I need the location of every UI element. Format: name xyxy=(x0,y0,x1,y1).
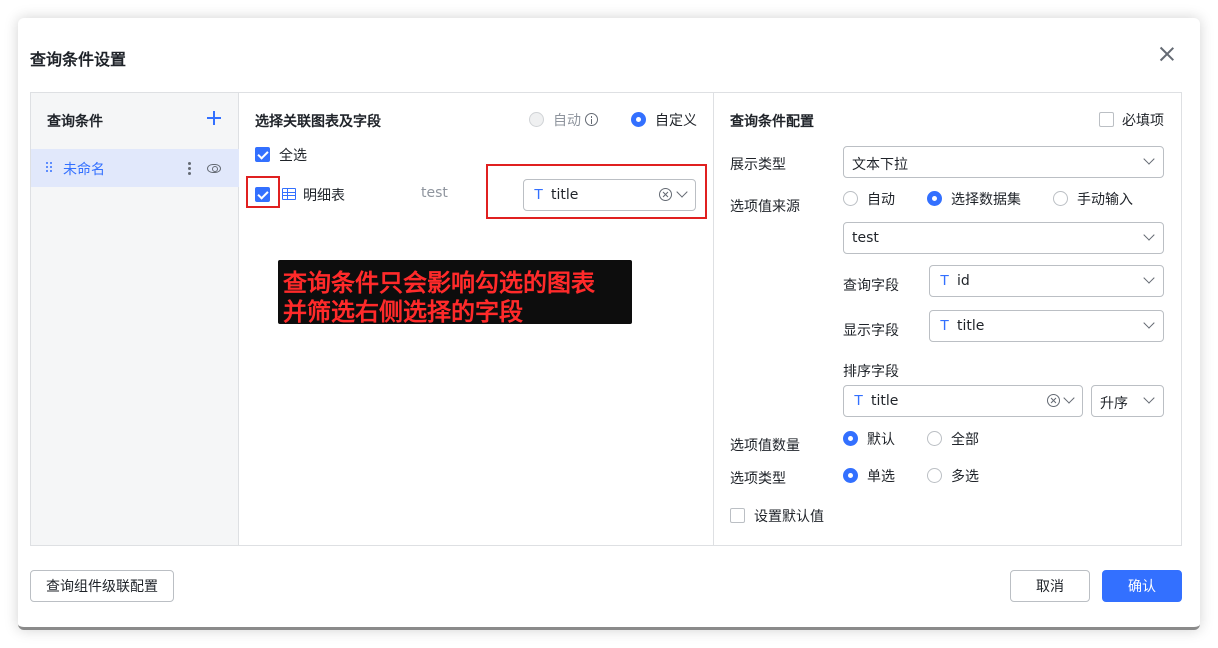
display-type-select[interactable]: 文本下拉 xyxy=(843,146,1164,178)
add-condition-plus-icon[interactable] xyxy=(207,111,221,125)
display-field-select[interactable]: T title xyxy=(929,310,1164,342)
type-multi-radio[interactable] xyxy=(927,468,942,483)
close-icon[interactable] xyxy=(1159,46,1175,62)
count-label: 选项值数量 xyxy=(730,438,800,454)
mode-custom-label: 自定义 xyxy=(655,113,697,129)
count-all-radio[interactable] xyxy=(927,431,942,446)
count-default-label: 默认 xyxy=(867,432,895,448)
condition-list-header: 查询条件 xyxy=(47,114,103,130)
dataset-value: test xyxy=(852,230,879,246)
source-manual-radio[interactable] xyxy=(1053,191,1068,206)
sort-field-select[interactable]: T title xyxy=(843,385,1083,417)
chart-dataset: test xyxy=(421,185,448,201)
required-checkbox[interactable] xyxy=(1099,112,1114,127)
source-dataset-radio[interactable] xyxy=(927,191,942,206)
cancel-button[interactable]: 取消 xyxy=(1010,570,1090,602)
text-type-icon: T xyxy=(940,272,950,289)
highlight-field-box xyxy=(486,164,707,219)
clear-icon[interactable] xyxy=(1047,394,1060,407)
default-value-checkbox[interactable] xyxy=(730,508,745,523)
source-auto-label: 自动 xyxy=(867,192,895,208)
type-label: 选项类型 xyxy=(730,471,786,487)
required-label: 必填项 xyxy=(1122,113,1164,129)
type-multi-label: 多选 xyxy=(951,469,979,485)
display-field-value: title xyxy=(957,318,985,334)
default-value-label: 设置默认值 xyxy=(754,509,824,525)
confirm-button[interactable]: 确认 xyxy=(1102,570,1182,602)
cascade-config-button[interactable]: 查询组件级联配置 xyxy=(30,570,174,602)
highlight-checkbox-box xyxy=(246,176,280,208)
source-manual-label: 手动输入 xyxy=(1077,192,1133,208)
query-field-label: 查询字段 xyxy=(843,278,899,294)
visibility-eye-icon[interactable] xyxy=(207,164,221,173)
annotation-callout: 查询条件只会影响勾选的图表 并筛选右侧选择的字段 xyxy=(278,260,632,326)
text-type-icon: T xyxy=(854,392,864,409)
count-all-label: 全部 xyxy=(951,432,979,448)
query-field-value: id xyxy=(957,273,970,289)
source-auto-radio[interactable] xyxy=(843,191,858,206)
annotation-line-2: 并筛选右侧选择的字段 xyxy=(283,298,523,326)
text-type-icon: T xyxy=(940,317,950,334)
source-dataset-label: 选择数据集 xyxy=(951,192,1021,208)
mode-auto-radio[interactable] xyxy=(529,112,544,127)
chart-field-header: 选择关联图表及字段 xyxy=(255,114,381,130)
condition-item-label: 未命名 xyxy=(63,162,105,178)
source-label: 选项值来源 xyxy=(730,199,800,215)
display-type-label: 展示类型 xyxy=(730,157,786,173)
display-type-value: 文本下拉 xyxy=(852,157,908,173)
dataset-select[interactable]: test xyxy=(843,222,1164,254)
sort-field-value: title xyxy=(871,393,899,409)
query-settings-dialog: 查询条件设置 查询条件 未命名 选择关联图表及字段 自动 自定义 全选 明细表 … xyxy=(18,18,1200,630)
chevron-down-icon[interactable] xyxy=(1143,317,1155,329)
chevron-down-icon[interactable] xyxy=(1063,392,1075,404)
chevron-down-icon[interactable] xyxy=(1143,392,1155,404)
mode-auto-label: 自动 xyxy=(553,113,581,129)
sort-order-select[interactable]: 升序 xyxy=(1091,385,1164,417)
condition-item[interactable]: 未命名 xyxy=(31,149,239,187)
condition-list-panel: 查询条件 未命名 xyxy=(31,93,239,545)
select-all-checkbox[interactable] xyxy=(255,147,270,162)
chart-name: 明细表 xyxy=(303,188,345,204)
chevron-down-icon[interactable] xyxy=(1143,272,1155,284)
display-field-label: 显示字段 xyxy=(843,323,899,339)
sort-field-label: 排序字段 xyxy=(843,364,899,380)
sort-order-value: 升序 xyxy=(1100,396,1128,412)
select-all-label: 全选 xyxy=(279,148,307,164)
more-options-icon[interactable] xyxy=(188,162,191,175)
type-single-radio[interactable] xyxy=(843,468,858,483)
drag-handle-icon[interactable] xyxy=(46,162,54,174)
type-single-label: 单选 xyxy=(867,469,895,485)
chevron-down-icon[interactable] xyxy=(1143,229,1155,241)
dialog-title: 查询条件设置 xyxy=(30,50,127,69)
info-icon[interactable] xyxy=(585,113,598,126)
condition-config-header: 查询条件配置 xyxy=(730,114,814,130)
condition-config-panel: 查询条件配置 必填项 展示类型 文本下拉 选项值来源 自动 选择数据集 手动输入… xyxy=(714,93,1181,545)
count-default-radio[interactable] xyxy=(843,431,858,446)
chevron-down-icon[interactable] xyxy=(1143,153,1155,165)
query-field-select[interactable]: T id xyxy=(929,265,1164,297)
mode-custom-radio[interactable] xyxy=(631,112,646,127)
table-chart-icon xyxy=(282,188,296,200)
